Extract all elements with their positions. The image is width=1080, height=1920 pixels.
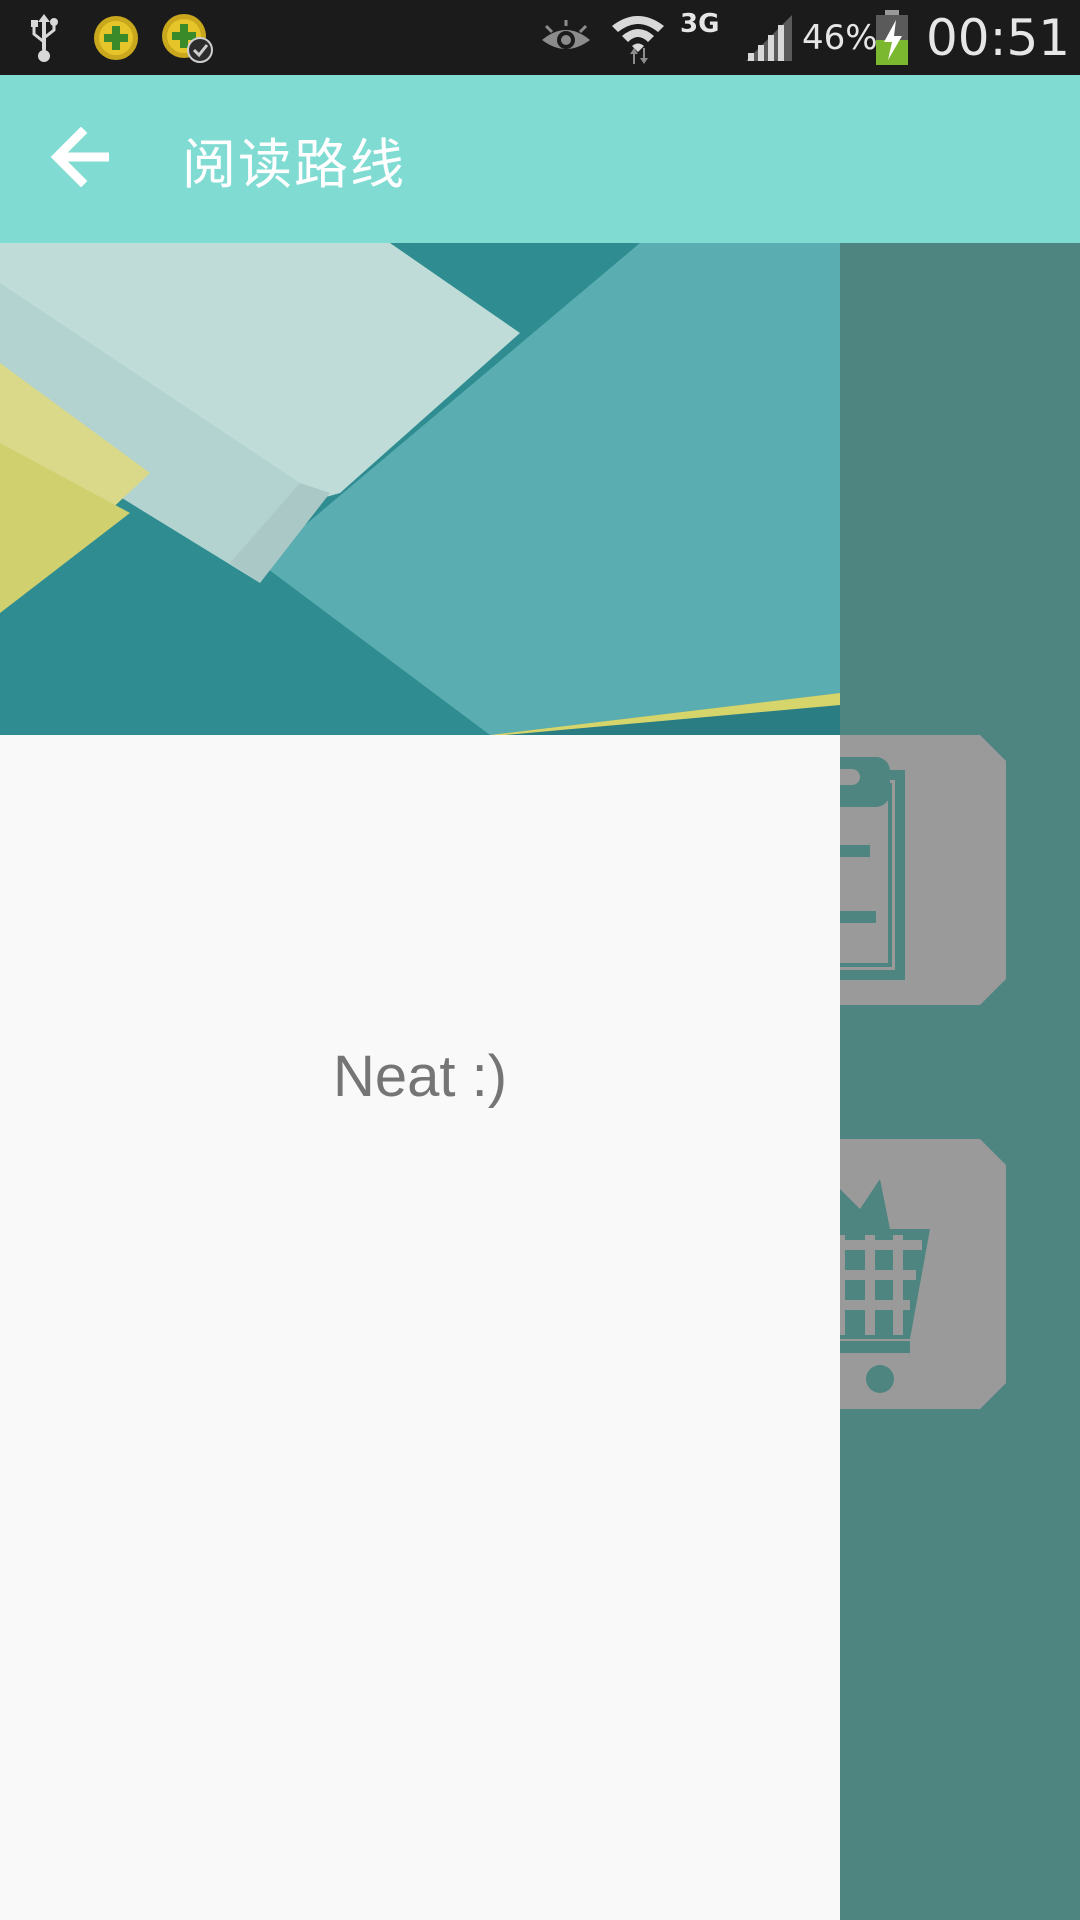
usb-icon — [26, 0, 62, 75]
wifi-icon — [610, 0, 666, 75]
drawer-message: Neat :) — [332, 1044, 508, 1109]
app-bar: 阅读路线 — [0, 75, 1080, 243]
battery-percent-label: 46% — [802, 17, 878, 58]
app-notification-icon — [92, 0, 140, 75]
network-type-label: 3G — [680, 8, 720, 39]
battery-charging-icon — [872, 0, 912, 75]
status-bar: 3G 46% 00:51 — [0, 0, 1080, 75]
arrow-back-icon — [47, 126, 113, 191]
page-title: 阅读路线 — [182, 132, 406, 196]
eye-icon — [538, 0, 594, 75]
signal-icon — [744, 0, 794, 75]
clock-label: 00:51 — [926, 8, 1071, 67]
app-notification-check-icon — [160, 0, 216, 75]
drawer-header-image — [0, 243, 840, 735]
navigation-drawer: Neat :) — [0, 243, 840, 1920]
back-button[interactable] — [40, 119, 120, 199]
